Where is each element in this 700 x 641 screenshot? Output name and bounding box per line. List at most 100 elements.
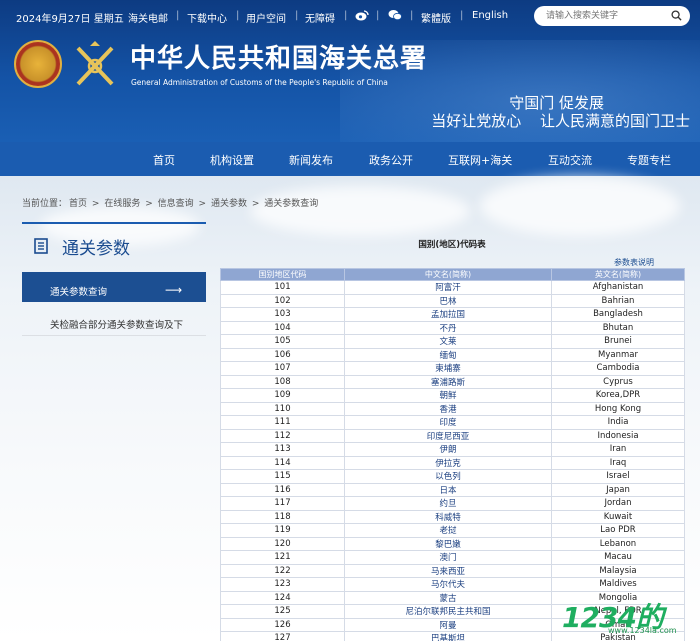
- table-cell-cn: 香港: [344, 401, 552, 416]
- table-cell-code: 109: [220, 388, 345, 403]
- wechat-icon[interactable]: [388, 9, 402, 21]
- table-row: 123 马尔代夫 Maldives: [220, 577, 685, 592]
- top-link-email[interactable]: 海关电邮: [128, 10, 168, 25]
- table-row: 117 约旦 Jordan: [220, 496, 685, 511]
- table-cell-cn: 塞浦路斯: [344, 374, 552, 389]
- search-box[interactable]: [534, 6, 690, 26]
- table-cell-en: Kuwait: [551, 509, 685, 524]
- table-cell-cn: 阿曼: [344, 617, 552, 632]
- table-cell-en: Jordan: [551, 496, 685, 511]
- table-cell-cn: 缅甸: [344, 347, 552, 362]
- table-cell-en: Iraq: [551, 455, 685, 470]
- table-cell-code: 113: [220, 442, 345, 457]
- nav-interaction[interactable]: 互动交流: [548, 152, 592, 168]
- table-cell-cn: 老挝: [344, 523, 552, 538]
- table-cell-cn: 巴林: [344, 293, 552, 308]
- table-cell-cn: 约旦: [344, 496, 552, 511]
- site-subtitle: General Administration of Customs of the…: [131, 78, 388, 87]
- table-cell-cn: 马来西亚: [344, 563, 552, 578]
- breadcrumb-item[interactable]: 首页: [69, 199, 87, 209]
- table-row: 109 朝鲜 Korea,DPR: [220, 388, 685, 403]
- table-cell-code: 121: [220, 550, 345, 565]
- watermark-url: www.1234la.com: [608, 626, 677, 635]
- top-separator: |: [376, 10, 380, 21]
- table-cell-en: Indonesia: [551, 428, 685, 443]
- table-cell-code: 114: [220, 455, 345, 470]
- top-link-accessibility[interactable]: 无障碍: [305, 10, 335, 25]
- table-row: 105 文莱 Brunei: [220, 334, 685, 349]
- table-cell-en: Cyprus: [551, 374, 685, 389]
- table-row: 122 马来西亚 Malaysia: [220, 563, 685, 578]
- top-link-userspace[interactable]: 用户空间: [246, 10, 286, 25]
- top-separator: |: [295, 10, 299, 21]
- table-cell-code: 107: [220, 361, 345, 376]
- breadcrumb-prefix: 当前位置：: [22, 199, 68, 209]
- table-cell-code: 116: [220, 482, 345, 497]
- sidebar-item-merged-query[interactable]: 关检融合部分通关参数查询及下: [22, 308, 206, 336]
- top-link-download[interactable]: 下载中心: [187, 10, 227, 25]
- breadcrumb-item[interactable]: 在线服务: [104, 199, 140, 209]
- table-cell-cn: 柬埔寨: [344, 361, 552, 376]
- table-cell-en: Iran: [551, 442, 685, 457]
- sidebar-item-query[interactable]: 通关参数查询 ⟶: [22, 272, 206, 302]
- site-title: 中华人民共和国海关总署: [130, 44, 428, 74]
- search-icon[interactable]: [671, 10, 682, 21]
- traditional-chinese-link[interactable]: 繁體版: [421, 10, 451, 25]
- table-cell-code: 108: [220, 374, 345, 389]
- parameter-note-link[interactable]: 参数表说明: [614, 257, 654, 268]
- table-row: 101 阿富汗 Afghanistan: [220, 280, 685, 295]
- table-cell-code: 122: [220, 563, 345, 578]
- table-row: 103 孟加拉国 Bangladesh: [220, 307, 685, 322]
- breadcrumb: 当前位置： 首页 > 在线服务 > 信息查询 > 通关参数 > 通关参数查询: [22, 196, 320, 209]
- table-cell-code: 127: [220, 631, 345, 641]
- top-separator: |: [236, 10, 240, 21]
- table-cell-en: Korea,DPR: [551, 388, 685, 403]
- table-row: 121 澳门 Macau: [220, 550, 685, 565]
- nav-government-affairs[interactable]: 政务公开: [369, 152, 413, 168]
- table-cell-cn: 澳门: [344, 550, 552, 565]
- breadcrumb-item[interactable]: 通关参数: [211, 199, 247, 209]
- table-cell-code: 102: [220, 293, 345, 308]
- cloud-decoration: [480, 176, 680, 236]
- nav-organization[interactable]: 机构设置: [210, 152, 254, 168]
- table-row: 114 伊拉克 Iraq: [220, 455, 685, 470]
- table-cell-cn: 黎巴嫩: [344, 536, 552, 551]
- nav-special-topics[interactable]: 专题专栏: [627, 152, 671, 168]
- table-cell-code: 104: [220, 320, 345, 335]
- table-cell-cn: 印度: [344, 415, 552, 430]
- table-cell-cn: 不丹: [344, 320, 552, 335]
- table-cell-code: 103: [220, 307, 345, 322]
- table-cell-code: 120: [220, 536, 345, 551]
- table-cell-en: Lebanon: [551, 536, 685, 551]
- table-cell-code: 126: [220, 617, 345, 632]
- nav-internet-customs[interactable]: 互联网+海关: [448, 152, 512, 168]
- nav-home[interactable]: 首页: [153, 152, 175, 168]
- table-cell-cn: 朝鲜: [344, 388, 552, 403]
- table-cell-en: Maldives: [551, 577, 685, 592]
- breadcrumb-item[interactable]: 通关参数查询: [264, 199, 318, 209]
- table-cell-en: Bangladesh: [551, 307, 685, 322]
- site-header: 2024年9月27日 星期五 海关电邮 | 下载中心 | 用户空间 | 无障碍 …: [0, 0, 700, 142]
- search-input[interactable]: [546, 9, 666, 23]
- sidebar-item-label: 通关参数查询: [50, 287, 108, 298]
- table-cell-en: Bahrian: [551, 293, 685, 308]
- table-title: 国别(地区)代码表: [418, 240, 486, 250]
- table-cell-cn: 日本: [344, 482, 552, 497]
- table-row: 108 塞浦路斯 Cyprus: [220, 374, 685, 389]
- table-cell-en: Bhutan: [551, 320, 685, 335]
- table-cell-code: 125: [220, 604, 345, 619]
- weibo-icon[interactable]: [355, 9, 369, 21]
- table-row: 116 日本 Japan: [220, 482, 685, 497]
- english-link[interactable]: English: [472, 10, 508, 21]
- table-cell-cn: 蒙古: [344, 590, 552, 605]
- table-cell-cn: 孟加拉国: [344, 307, 552, 322]
- nav-news[interactable]: 新闻发布: [289, 152, 333, 168]
- customs-emblem: [76, 41, 114, 86]
- table-cell-code: 124: [220, 590, 345, 605]
- table-cell-cn: 印度尼西亚: [344, 428, 552, 443]
- table-cell-cn: 尼泊尔联邦民主共和国: [344, 604, 552, 619]
- table-cell-cn: 巴基斯坦: [344, 631, 552, 641]
- table-cell-en: Myanmar: [551, 347, 685, 362]
- table-row: 120 黎巴嫩 Lebanon: [220, 536, 685, 551]
- breadcrumb-item[interactable]: 信息查询: [158, 199, 194, 209]
